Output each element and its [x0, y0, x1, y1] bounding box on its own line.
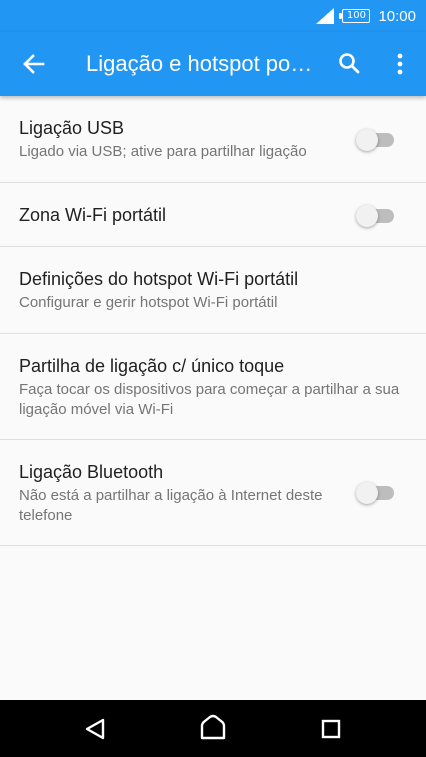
setting-title: Definições do hotspot Wi-Fi portátil [19, 269, 299, 289]
nav-home-icon [200, 714, 226, 740]
clock: 10:00 [378, 7, 416, 25]
setting-title: Ligação Bluetooth [19, 462, 164, 482]
setting-title: Partilha de ligação c/ único toque [19, 356, 285, 376]
signal-icon [316, 8, 335, 24]
setting-subtitle: Configurar e gerir hotspot Wi-Fi portáti… [19, 294, 278, 311]
status-icons: 100 10:00 [316, 6, 416, 26]
setting-hotspot-settings[interactable]: Definições do hotspot Wi-Fi portátil Con… [0, 247, 426, 334]
nav-back-icon [85, 718, 105, 740]
battery-level: 100 [346, 10, 366, 21]
usb-tethering-toggle[interactable] [356, 129, 398, 151]
setting-subtitle: Faça tocar os dispositivos para começar … [19, 381, 400, 418]
search-icon [339, 53, 360, 74]
search-button[interactable] [330, 44, 370, 84]
setting-subtitle: Ligado via USB; ative para partilhar lig… [19, 143, 307, 160]
toggle-thumb [356, 129, 378, 151]
more-options-button[interactable] [380, 44, 420, 84]
nav-recents-icon [321, 719, 341, 739]
toggle-thumb [356, 205, 378, 227]
navigation-bar [0, 700, 426, 757]
battery-icon: 100 [339, 9, 371, 23]
setting-usb-tethering[interactable]: Ligação USB Ligado via USB; ative para p… [0, 96, 426, 183]
setting-wifi-hotspot[interactable]: Zona Wi-Fi portátil [0, 183, 426, 247]
setting-bluetooth-tethering[interactable]: Ligação Bluetooth Não está a partilhar a… [0, 440, 426, 546]
page-title: Ligação e hotspot portátil [86, 51, 318, 76]
arrow-back-icon [23, 54, 45, 74]
nav-home-button[interactable] [196, 712, 230, 746]
bluetooth-tethering-toggle[interactable] [356, 482, 398, 504]
more-vert-icon [397, 53, 403, 75]
back-button[interactable] [14, 44, 54, 84]
toggle-thumb [356, 482, 378, 504]
status-bar: 100 10:00 [0, 0, 426, 32]
wifi-hotspot-toggle[interactable] [356, 205, 398, 227]
nav-back-button[interactable] [78, 712, 112, 746]
setting-subtitle: Não está a partilhar a ligação à Interne… [19, 487, 323, 524]
app-bar: Ligação e hotspot portátil [0, 32, 426, 96]
settings-list: Ligação USB Ligado via USB; ative para p… [0, 96, 426, 546]
nav-recents-button[interactable] [314, 712, 348, 746]
setting-title: Zona Wi-Fi portátil [19, 205, 167, 225]
setting-one-touch-sharing[interactable]: Partilha de ligação c/ único toque Faça … [0, 334, 426, 440]
setting-title: Ligação USB [19, 118, 125, 138]
